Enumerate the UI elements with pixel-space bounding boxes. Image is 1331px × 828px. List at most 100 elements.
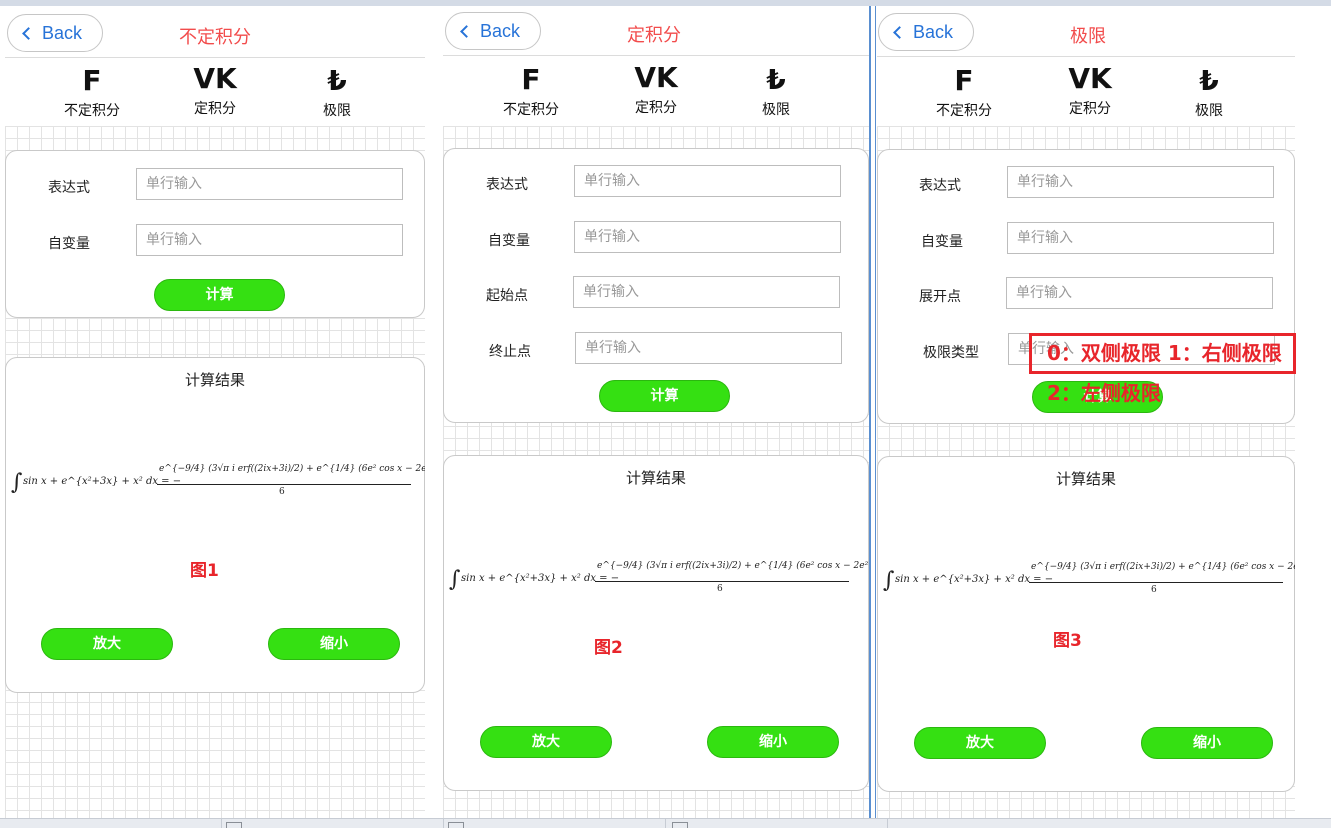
status-separator — [221, 819, 222, 828]
formula-numerator: e^{−9/4} (3√π i erf((2ix+3i)/2) + e^{1/4… — [597, 561, 869, 571]
fraction-bar — [595, 581, 849, 582]
field-label: 终止点 — [489, 344, 531, 360]
variable-input[interactable]: 单行输入 — [136, 224, 403, 256]
result-card: 计算结果 ∫ sin x + e^{x²+3x} + x² dx = − e^{… — [5, 357, 425, 693]
end-point-input[interactable]: 单行输入 — [575, 332, 842, 364]
expression-input[interactable]: 单行输入 — [1007, 166, 1274, 198]
status-separator — [665, 819, 666, 828]
back-button[interactable]: Back — [445, 12, 541, 50]
result-formula: ∫ sin x + e^{x²+3x} + x² dx = − e^{−9/4}… — [883, 560, 1295, 602]
fraction-bar — [1029, 582, 1283, 583]
integral-sign: ∫ — [449, 567, 461, 592]
figure-label: 图1 — [190, 561, 219, 581]
start-point-input[interactable]: 单行输入 — [573, 276, 840, 308]
chevron-left-icon — [893, 26, 906, 39]
annotation-text: 0：双侧极限 1：右侧极限 2：左侧极限 — [1047, 341, 1282, 405]
zoom-out-button[interactable]: 缩小 — [707, 726, 839, 758]
result-card: 计算结果 ∫ sin x + e^{x²+3x} + x² dx = − e^{… — [877, 456, 1295, 792]
calculate-button[interactable]: 计算 — [154, 279, 285, 311]
expression-input[interactable]: 单行输入 — [574, 165, 841, 197]
fraction-bar — [157, 484, 411, 485]
zoom-out-button[interactable]: 缩小 — [268, 628, 400, 660]
field-label: 极限类型 — [923, 345, 979, 361]
window-icon — [226, 822, 242, 828]
zoom-out-button[interactable]: 缩小 — [1141, 727, 1273, 759]
panel-divider — [869, 6, 871, 818]
foursquare-icon: F — [521, 63, 541, 96]
formula-numerator: e^{−9/4} (3√π i erf((2ix+3i)/2) + e^{1/4… — [1031, 562, 1295, 572]
divider — [443, 55, 869, 56]
back-button[interactable]: Back — [878, 13, 974, 51]
tab-limit[interactable]: ₺ 极限 — [736, 63, 816, 119]
formula-denominator: 6 — [717, 584, 723, 594]
back-label: Back — [480, 20, 521, 41]
tab-label: 极限 — [762, 102, 790, 118]
tab-label: 定积分 — [194, 101, 236, 117]
tab-limit[interactable]: ₺ 极限 — [1169, 64, 1249, 120]
tab-limit[interactable]: ₺ 极限 — [297, 64, 377, 120]
result-formula: ∫ sin x + e^{x²+3x} + x² dx = − e^{−9/4}… — [449, 559, 869, 601]
calculate-button[interactable]: 计算 — [599, 380, 730, 412]
field-label: 表达式 — [486, 177, 528, 193]
window-icon — [672, 822, 688, 828]
vk-icon: VK — [634, 61, 678, 94]
page-title: 不定积分 — [179, 27, 251, 48]
expansion-point-input[interactable]: 单行输入 — [1006, 277, 1273, 309]
chevron-left-icon — [22, 27, 35, 40]
figure-label: 图2 — [594, 638, 623, 658]
status-bar — [0, 818, 1331, 828]
result-formula: ∫ sin x + e^{x²+3x} + x² dx = − e^{−9/4}… — [11, 462, 425, 504]
field-label: 自变量 — [488, 233, 530, 249]
tab-label: 定积分 — [635, 100, 677, 116]
back-label: Back — [42, 22, 83, 43]
tab-definite-integral[interactable]: VK 定积分 — [1050, 62, 1130, 118]
field-label: 自变量 — [921, 234, 963, 250]
page-title: 定积分 — [627, 25, 681, 46]
field-label: 表达式 — [48, 180, 90, 196]
back-label: Back — [913, 21, 954, 42]
tab-definite-integral[interactable]: VK 定积分 — [616, 61, 696, 117]
input-card: 表达式 单行输入 自变量 单行输入 计算 — [5, 150, 425, 318]
tab-indefinite-integral[interactable]: F 不定积分 — [924, 64, 1004, 120]
integral-sign: ∫ — [11, 470, 23, 495]
foursquare-icon: F — [954, 64, 974, 97]
divider — [877, 56, 1295, 57]
formula-lhs: sin x + e^{x²+3x} + x² dx = − — [23, 476, 182, 487]
turkish-lira-icon: ₺ — [1199, 64, 1219, 97]
formula-lhs: sin x + e^{x²+3x} + x² dx = − — [895, 574, 1054, 585]
zoom-in-button[interactable]: 放大 — [914, 727, 1046, 759]
vk-icon: VK — [193, 62, 237, 95]
field-label: 自变量 — [48, 236, 90, 252]
tab-label: 不定积分 — [64, 103, 120, 119]
status-separator — [887, 819, 888, 828]
formula-numerator: e^{−9/4} (3√π i erf((2ix+3i)/2) + e^{1/4… — [159, 464, 425, 474]
result-card: 计算结果 ∫ sin x + e^{x²+3x} + x² dx = − e^{… — [443, 455, 869, 791]
expression-input[interactable]: 单行输入 — [136, 168, 403, 200]
tab-label: 定积分 — [1069, 101, 1111, 117]
formula-lhs: sin x + e^{x²+3x} + x² dx = − — [461, 573, 620, 584]
variable-input[interactable]: 单行输入 — [574, 221, 841, 253]
back-button[interactable]: Back — [7, 14, 103, 52]
turkish-lira-icon: ₺ — [766, 63, 786, 96]
foursquare-icon: F — [82, 64, 102, 97]
zoom-in-button[interactable]: 放大 — [41, 628, 173, 660]
formula-denominator: 6 — [1151, 585, 1157, 595]
result-title: 计算结果 — [184, 371, 245, 389]
panel-divider — [875, 6, 876, 818]
variable-input[interactable]: 单行输入 — [1007, 222, 1274, 254]
tab-indefinite-integral[interactable]: F 不定积分 — [52, 64, 132, 120]
panel-definite-integral: Back 定积分 F 不定积分 VK 定积分 ₺ 极限 表达式 单行输入 自变量 单行… — [443, 6, 869, 818]
header: Back 极限 F 不定积分 VK 定积分 ₺ 极限 — [877, 6, 1295, 126]
field-label: 表达式 — [919, 178, 961, 194]
status-separator — [443, 819, 444, 828]
result-title: 计算结果 — [1055, 470, 1116, 488]
figure-label: 图3 — [1053, 631, 1082, 651]
tab-label: 不定积分 — [936, 103, 992, 119]
tab-definite-integral[interactable]: VK 定积分 — [175, 62, 255, 118]
turkish-lira-icon: ₺ — [327, 64, 347, 97]
integral-sign: ∫ — [883, 568, 895, 593]
header: Back 定积分 F 不定积分 VK 定积分 ₺ 极限 — [443, 6, 869, 126]
tab-indefinite-integral[interactable]: F 不定积分 — [491, 63, 571, 119]
zoom-in-button[interactable]: 放大 — [480, 726, 612, 758]
divider — [5, 57, 425, 58]
